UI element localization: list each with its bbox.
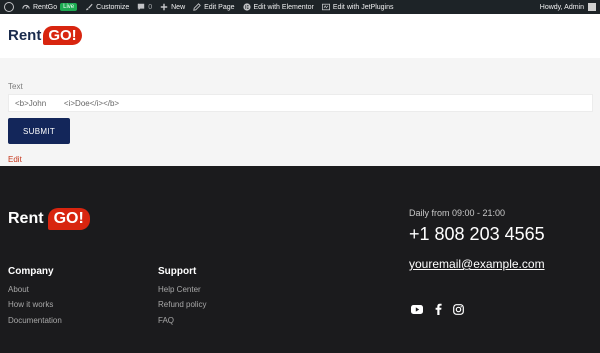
site-logo[interactable]: Rent GO! [8,26,82,45]
company-heading: Company [8,266,54,277]
site-header: Rent GO! [0,14,600,58]
phone-number[interactable]: +1 808 203 4565 [409,224,545,245]
main-content: Text <b>John <i>Doe</i></b> SUBMIT Edit [0,58,600,166]
edit-link[interactable]: Edit [8,155,22,164]
youtube-icon[interactable] [411,303,423,315]
edit-elementor-label: Edit with Elementor [253,3,314,11]
customize-label: Customize [96,3,130,11]
pencil-icon [193,3,201,11]
footer-link-documentation[interactable]: Documentation [8,316,62,325]
greeting: Howdy, Admin [539,3,584,11]
brush-icon [86,3,93,11]
admin-bar-edit-jetplugins[interactable]: Edit with JetPlugins [318,0,398,14]
footer-link-about[interactable]: About [8,285,29,294]
footer-logo-go-badge: GO! [47,208,90,230]
footer-link-faq[interactable]: FAQ [158,316,174,325]
footer-link-help-center[interactable]: Help Center [158,285,201,294]
footer-logo-rent-text: Rent [8,210,44,227]
text-field-value: <b>John <i>Doe</i></b> [15,98,120,108]
live-badge: Live [60,3,78,11]
admin-bar-new[interactable]: New [156,0,189,14]
text-field[interactable]: <b>John <i>Doe</i></b> [8,94,593,112]
elementor-icon [242,3,251,11]
text-field-label: Text [8,82,23,91]
admin-bar-customize[interactable]: Customize [81,0,133,14]
plus-icon [160,3,168,11]
site-name: RentGo [33,3,58,11]
facebook-icon[interactable] [432,303,444,315]
avatar [588,3,596,11]
support-heading: Support [158,266,197,277]
opening-hours: Daily from 09:00 - 21:00 [409,208,506,218]
logo-go-badge: GO! [43,26,82,45]
admin-bar-site[interactable]: RentGo Live [18,0,81,14]
edit-page-label: Edit Page [204,3,235,11]
footer-link-refund-policy[interactable]: Refund policy [158,300,206,309]
new-label: New [171,3,186,11]
dashboard-icon [22,4,30,9]
jetplugins-icon [321,3,330,11]
edit-jetplugins-label: Edit with JetPlugins [332,3,394,11]
email-link[interactable]: youremail@example.com [409,257,545,271]
comments-count: 0 [148,3,153,11]
logo-rent-text: Rent [8,27,42,44]
instagram-icon[interactable] [452,303,464,315]
admin-bar-edit-page[interactable]: Edit Page [189,0,238,14]
comment-icon [138,3,145,11]
footer-link-how-it-works[interactable]: How it works [8,300,53,309]
site-footer: Rent GO! Company About How it works Docu… [0,166,600,353]
wordpress-logo-icon[interactable] [4,2,14,12]
admin-bar-account[interactable]: Howdy, Admin [540,3,600,11]
submit-button[interactable]: SUBMIT [8,118,70,144]
footer-logo[interactable]: Rent GO! [8,208,90,230]
wp-admin-bar: RentGo Live Customize 0 New Edit Page Ed… [0,0,600,14]
admin-bar-comments[interactable]: 0 [133,0,156,14]
admin-bar-edit-elementor[interactable]: Edit with Elementor [239,0,318,14]
